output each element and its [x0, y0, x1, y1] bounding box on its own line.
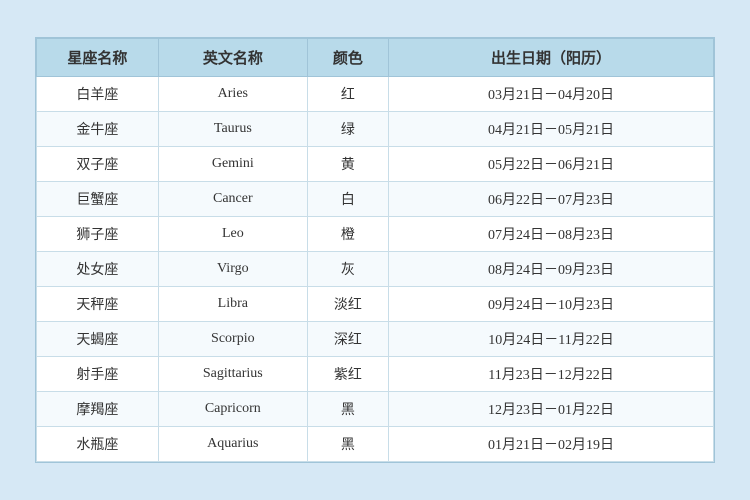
header-en: 英文名称 [158, 39, 307, 77]
cell-en: Taurus [158, 112, 307, 147]
cell-color: 深红 [307, 322, 388, 357]
table-header-row: 星座名称 英文名称 颜色 出生日期（阳历） [37, 39, 714, 77]
cell-cn: 狮子座 [37, 217, 159, 252]
cell-date: 09月24日－10月23日 [389, 287, 714, 322]
table-row: 天蝎座Scorpio深红10月24日－11月22日 [37, 322, 714, 357]
cell-cn: 双子座 [37, 147, 159, 182]
table-row: 巨蟹座Cancer白06月22日－07月23日 [37, 182, 714, 217]
header-color: 颜色 [307, 39, 388, 77]
cell-color: 绿 [307, 112, 388, 147]
header-cn: 星座名称 [37, 39, 159, 77]
table-row: 狮子座Leo橙07月24日－08月23日 [37, 217, 714, 252]
cell-en: Aquarius [158, 427, 307, 462]
cell-cn: 巨蟹座 [37, 182, 159, 217]
cell-cn: 天蝎座 [37, 322, 159, 357]
cell-color: 黑 [307, 427, 388, 462]
cell-en: Aries [158, 77, 307, 112]
cell-date: 01月21日－02月19日 [389, 427, 714, 462]
table-row: 射手座Sagittarius紫红11月23日－12月22日 [37, 357, 714, 392]
cell-date: 05月22日－06月21日 [389, 147, 714, 182]
cell-cn: 天秤座 [37, 287, 159, 322]
cell-date: 11月23日－12月22日 [389, 357, 714, 392]
cell-date: 06月22日－07月23日 [389, 182, 714, 217]
cell-cn: 金牛座 [37, 112, 159, 147]
cell-cn: 水瓶座 [37, 427, 159, 462]
cell-color: 白 [307, 182, 388, 217]
table-row: 水瓶座Aquarius黑01月21日－02月19日 [37, 427, 714, 462]
cell-cn: 射手座 [37, 357, 159, 392]
cell-color: 紫红 [307, 357, 388, 392]
cell-color: 黑 [307, 392, 388, 427]
table-row: 双子座Gemini黄05月22日－06月21日 [37, 147, 714, 182]
cell-date: 10月24日－11月22日 [389, 322, 714, 357]
cell-color: 红 [307, 77, 388, 112]
cell-date: 03月21日－04月20日 [389, 77, 714, 112]
cell-en: Virgo [158, 252, 307, 287]
cell-color: 黄 [307, 147, 388, 182]
table-row: 处女座Virgo灰08月24日－09月23日 [37, 252, 714, 287]
table-row: 白羊座Aries红03月21日－04月20日 [37, 77, 714, 112]
cell-en: Gemini [158, 147, 307, 182]
header-date: 出生日期（阳历） [389, 39, 714, 77]
cell-date: 08月24日－09月23日 [389, 252, 714, 287]
cell-date: 12月23日－01月22日 [389, 392, 714, 427]
cell-en: Libra [158, 287, 307, 322]
cell-date: 04月21日－05月21日 [389, 112, 714, 147]
cell-cn: 白羊座 [37, 77, 159, 112]
cell-en: Scorpio [158, 322, 307, 357]
cell-date: 07月24日－08月23日 [389, 217, 714, 252]
cell-cn: 处女座 [37, 252, 159, 287]
table-row: 天秤座Libra淡红09月24日－10月23日 [37, 287, 714, 322]
cell-color: 灰 [307, 252, 388, 287]
cell-en: Leo [158, 217, 307, 252]
cell-color: 橙 [307, 217, 388, 252]
zodiac-table: 星座名称 英文名称 颜色 出生日期（阳历） 白羊座Aries红03月21日－04… [36, 38, 714, 462]
zodiac-table-container: 星座名称 英文名称 颜色 出生日期（阳历） 白羊座Aries红03月21日－04… [35, 37, 715, 463]
table-row: 摩羯座Capricorn黑12月23日－01月22日 [37, 392, 714, 427]
cell-en: Cancer [158, 182, 307, 217]
cell-en: Capricorn [158, 392, 307, 427]
cell-en: Sagittarius [158, 357, 307, 392]
cell-color: 淡红 [307, 287, 388, 322]
table-row: 金牛座Taurus绿04月21日－05月21日 [37, 112, 714, 147]
cell-cn: 摩羯座 [37, 392, 159, 427]
